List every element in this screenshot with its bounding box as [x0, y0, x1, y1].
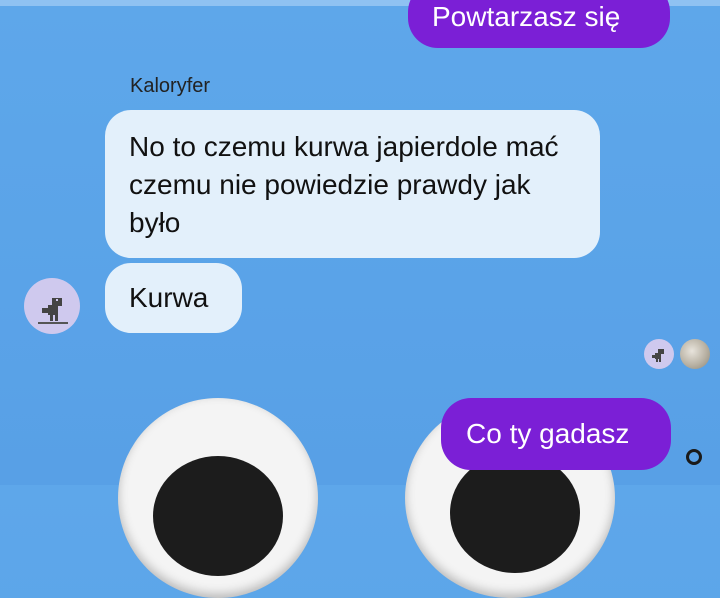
message-text: No to czemu kurwa japierdole mać czemu n… — [129, 131, 559, 238]
sender-avatar[interactable] — [24, 278, 80, 334]
pupil-left — [153, 456, 283, 576]
message-text: Kurwa — [129, 282, 209, 313]
googly-eye-left — [118, 398, 318, 598]
pupil-right — [450, 453, 580, 573]
dino-icon — [652, 349, 664, 362]
message-incoming-1[interactable]: No to czemu kurwa japierdole mać czemu n… — [105, 110, 600, 258]
sender-name: Kaloryfer — [130, 75, 211, 97]
message-text: Powtarzasz się — [432, 1, 621, 32]
message-outgoing-1[interactable]: Powtarzasz się — [408, 0, 670, 48]
read-receipt-avatar-1 — [644, 339, 674, 369]
message-outgoing-2[interactable]: Co ty gadasz — [441, 398, 671, 470]
dino-icon — [38, 298, 68, 324]
message-text: Co ty gadasz — [466, 418, 630, 449]
message-incoming-2[interactable]: Kurwa — [105, 263, 242, 333]
read-receipt-avatar-2 — [680, 339, 710, 369]
sent-status-icon — [686, 449, 702, 465]
